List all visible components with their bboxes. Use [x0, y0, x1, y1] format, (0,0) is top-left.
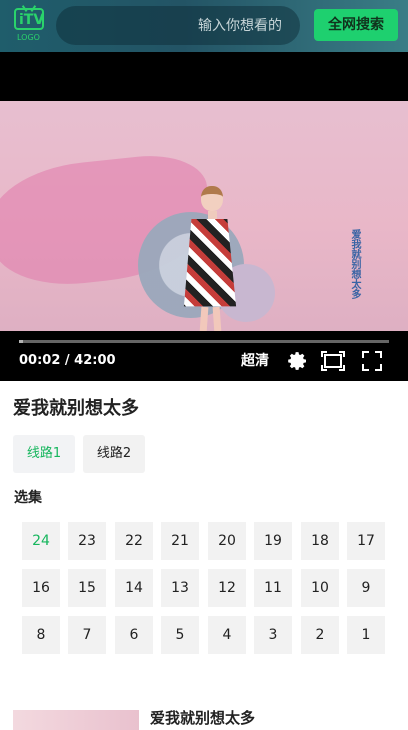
episode-item[interactable]: 4 — [208, 616, 246, 654]
episode-item[interactable]: 1 — [347, 616, 385, 654]
episode-item[interactable]: 2 — [301, 616, 339, 654]
quality-button[interactable]: 超清 — [241, 352, 269, 370]
episode-item[interactable]: 6 — [115, 616, 153, 654]
episode-item[interactable]: 15 — [68, 569, 106, 607]
settings-icon[interactable] — [285, 349, 309, 373]
actress-head — [201, 186, 223, 211]
episode-item[interactable]: 19 — [254, 522, 292, 560]
episode-item[interactable]: 3 — [254, 616, 292, 654]
recommended-video-title[interactable]: 爱我就别想太多 — [150, 708, 255, 728]
video-overlay-title: 爱我就别想太多 — [349, 229, 360, 299]
recommended-video-thumbnail[interactable] — [13, 710, 139, 730]
progress-bar[interactable] — [19, 340, 389, 343]
episode-item[interactable]: 8 — [22, 616, 60, 654]
itv-logo[interactable]: iTV LOGO — [14, 8, 44, 44]
logo-text: iTV — [19, 12, 45, 28]
tv-icon: iTV — [14, 8, 44, 30]
episode-item[interactable]: 17 — [347, 522, 385, 560]
fullscreen-icon[interactable] — [360, 349, 384, 373]
picture-in-picture-icon[interactable] — [321, 349, 345, 373]
episode-item[interactable]: 22 — [115, 522, 153, 560]
episode-item[interactable]: 18 — [301, 522, 339, 560]
episode-item[interactable]: 7 — [68, 616, 106, 654]
episode-item[interactable]: 24 — [22, 522, 60, 560]
top-header: iTV LOGO 全网搜索 — [0, 0, 408, 52]
search-box[interactable] — [56, 6, 300, 45]
episode-item[interactable]: 21 — [161, 522, 199, 560]
player-controls: 00:02 / 42:00 超清 — [0, 331, 408, 381]
progress-fill — [19, 340, 23, 343]
video-player[interactable]: 爱我就别想太多 00:02 / 42:00 超清 — [0, 52, 408, 381]
actress-neck — [208, 211, 217, 220]
patterned-dress — [183, 219, 237, 307]
episode-item[interactable]: 11 — [254, 569, 292, 607]
episode-item[interactable]: 10 — [301, 569, 339, 607]
actress-image — [181, 186, 241, 350]
episodes-heading: 选集 — [14, 490, 42, 506]
episode-item[interactable]: 20 — [208, 522, 246, 560]
episode-item[interactable]: 13 — [161, 569, 199, 607]
episode-item[interactable]: 12 — [208, 569, 246, 607]
search-input[interactable] — [56, 6, 300, 45]
episode-item[interactable]: 16 — [22, 569, 60, 607]
episode-item[interactable]: 23 — [68, 522, 106, 560]
line-1-tab[interactable]: 线路1 — [13, 435, 75, 473]
line-2-tab[interactable]: 线路2 — [83, 435, 145, 473]
episode-item[interactable]: 5 — [161, 616, 199, 654]
logo-subtext: LOGO — [17, 33, 40, 42]
episode-item[interactable]: 14 — [115, 569, 153, 607]
web-search-button[interactable]: 全网搜索 — [314, 9, 398, 41]
episode-item[interactable]: 9 — [347, 569, 385, 607]
time-display: 00:02 / 42:00 — [19, 353, 116, 368]
show-title: 爱我就别想太多 — [13, 398, 139, 419]
